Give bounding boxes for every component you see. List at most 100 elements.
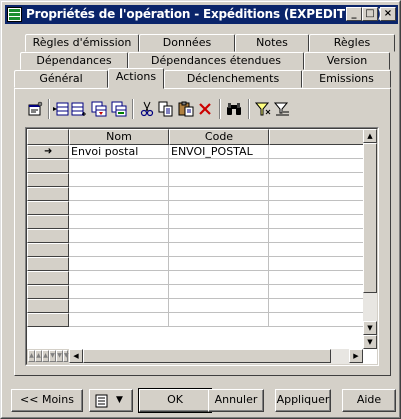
dialog-window: Propriétés de l'opération - Expéditions … bbox=[0, 0, 401, 419]
filter-icon[interactable] bbox=[255, 101, 271, 117]
properties-icon[interactable] bbox=[27, 101, 43, 117]
list-view-icon bbox=[95, 394, 108, 408]
cell-code[interactable] bbox=[169, 173, 269, 187]
tab-regles-emission[interactable]: Règles d'émission bbox=[25, 34, 139, 52]
cell-nom[interactable] bbox=[69, 229, 169, 243]
cell-code[interactable] bbox=[169, 285, 269, 299]
row-header[interactable] bbox=[27, 257, 69, 271]
cell-nom[interactable] bbox=[69, 285, 169, 299]
row-header[interactable] bbox=[27, 201, 69, 215]
chevron-down-icon: ▼ bbox=[116, 395, 123, 405]
row-header[interactable] bbox=[27, 229, 69, 243]
cell-code[interactable] bbox=[169, 201, 269, 215]
minimize-button[interactable]: _ bbox=[346, 7, 362, 21]
cell-nom[interactable] bbox=[69, 187, 169, 201]
tab-notes[interactable]: Notes bbox=[235, 34, 309, 52]
add-row-icon[interactable] bbox=[71, 101, 87, 117]
title-bar[interactable]: Propriétés de l'opération - Expéditions … bbox=[5, 5, 398, 24]
cell-code[interactable] bbox=[169, 257, 269, 271]
help-button[interactable]: Aide bbox=[342, 389, 396, 412]
paste-icon[interactable] bbox=[178, 101, 194, 117]
vertical-scrollbar[interactable]: ▲ ▼ ▼ bbox=[363, 129, 377, 349]
view-menu-button[interactable]: ▼ bbox=[89, 389, 133, 412]
cell-nom[interactable] bbox=[69, 159, 169, 173]
cell-empty bbox=[269, 243, 365, 257]
row-header[interactable] bbox=[27, 299, 69, 313]
row-header[interactable] bbox=[27, 285, 69, 299]
row-header[interactable] bbox=[27, 271, 69, 285]
less-button[interactable]: << Moins bbox=[11, 389, 83, 412]
cell-nom[interactable] bbox=[69, 257, 169, 271]
move-page-down-icon[interactable]: ▼ bbox=[56, 350, 63, 362]
cell-empty bbox=[269, 145, 365, 159]
move-top-icon[interactable]: ▲ bbox=[28, 350, 35, 362]
grid-corner bbox=[27, 129, 69, 145]
create-object-icon[interactable] bbox=[111, 101, 127, 117]
apply-button[interactable]: Appliquer bbox=[275, 389, 331, 412]
row-header[interactable] bbox=[27, 215, 69, 229]
copy-icon[interactable] bbox=[158, 101, 174, 117]
find-icon[interactable] bbox=[226, 101, 242, 117]
scroll-thumb[interactable] bbox=[363, 143, 377, 293]
tab-regles[interactable]: Règles bbox=[309, 34, 395, 52]
cell-code[interactable] bbox=[169, 243, 269, 257]
ok-button[interactable]: OK bbox=[138, 388, 212, 413]
cell-code[interactable] bbox=[169, 159, 269, 173]
close-button[interactable]: × bbox=[380, 7, 396, 21]
tab-declenchements[interactable]: Déclenchements bbox=[164, 70, 302, 88]
scroll-right-button[interactable]: ▶ bbox=[349, 349, 363, 363]
row-header[interactable] bbox=[27, 187, 69, 201]
add-objects-icon[interactable] bbox=[91, 101, 107, 117]
move-down-icon[interactable]: ▼ bbox=[49, 350, 56, 362]
cut-icon[interactable] bbox=[139, 101, 155, 117]
tab-emissions[interactable]: Emissions bbox=[302, 70, 391, 88]
cell-nom[interactable] bbox=[69, 271, 169, 285]
insert-row-icon[interactable] bbox=[53, 101, 69, 117]
toolbar-separator bbox=[48, 99, 50, 119]
app-icon bbox=[7, 7, 22, 22]
cell-nom[interactable] bbox=[69, 201, 169, 215]
column-header-code[interactable]: Code bbox=[169, 129, 269, 145]
cell-nom[interactable] bbox=[69, 299, 169, 313]
cell-code[interactable] bbox=[169, 313, 269, 327]
delete-icon[interactable] bbox=[197, 101, 213, 117]
scroll-down-button[interactable]: ▼ bbox=[363, 321, 377, 335]
toolbar-separator bbox=[132, 99, 134, 119]
cell-nom[interactable] bbox=[69, 243, 169, 257]
move-up-icon[interactable]: ▲ bbox=[42, 350, 49, 362]
scroll-left-button[interactable]: ◀ bbox=[69, 349, 83, 363]
cell-nom[interactable] bbox=[69, 173, 169, 187]
tab-actions[interactable]: Actions bbox=[108, 68, 164, 89]
scroll-up-button[interactable]: ▲ bbox=[363, 129, 377, 143]
cell-empty bbox=[269, 201, 365, 215]
row-header[interactable] bbox=[27, 173, 69, 187]
row-header[interactable] bbox=[27, 313, 69, 327]
tab-version[interactable]: Version bbox=[304, 52, 390, 70]
row-header[interactable] bbox=[27, 243, 69, 257]
cell-code[interactable] bbox=[169, 229, 269, 243]
cell-empty bbox=[269, 285, 365, 299]
scroll-end-button[interactable]: ▼ bbox=[363, 335, 377, 349]
cell-code[interactable] bbox=[169, 299, 269, 313]
clear-filter-icon[interactable] bbox=[274, 101, 290, 117]
row-header[interactable] bbox=[27, 159, 69, 173]
actions-grid: Nom Code ➜ Envoi postal ENVOI_POSTAL ▲ ▼ ▼… bbox=[25, 127, 379, 366]
row-header[interactable]: ➜ bbox=[27, 145, 69, 159]
cell-nom[interactable]: Envoi postal bbox=[69, 145, 169, 159]
hscroll-thumb[interactable] bbox=[83, 349, 331, 363]
horizontal-scrollbar[interactable]: ◀ ▶ bbox=[69, 349, 363, 364]
cell-nom[interactable] bbox=[69, 313, 169, 327]
move-bottom-icon[interactable]: ▼ bbox=[63, 350, 69, 362]
column-header-nom[interactable]: Nom bbox=[69, 129, 169, 145]
cancel-button[interactable]: Annuler bbox=[208, 389, 264, 412]
cell-code[interactable] bbox=[169, 187, 269, 201]
move-page-up-icon[interactable]: ▲ bbox=[35, 350, 42, 362]
maximize-button[interactable]: □ bbox=[362, 7, 378, 21]
cell-empty bbox=[269, 229, 365, 243]
tab-general[interactable]: Général bbox=[14, 70, 108, 88]
tab-donnees[interactable]: Données bbox=[139, 34, 235, 52]
cell-code[interactable] bbox=[169, 271, 269, 285]
cell-code[interactable] bbox=[169, 215, 269, 229]
cell-nom[interactable] bbox=[69, 215, 169, 229]
cell-code[interactable]: ENVOI_POSTAL bbox=[169, 145, 269, 159]
